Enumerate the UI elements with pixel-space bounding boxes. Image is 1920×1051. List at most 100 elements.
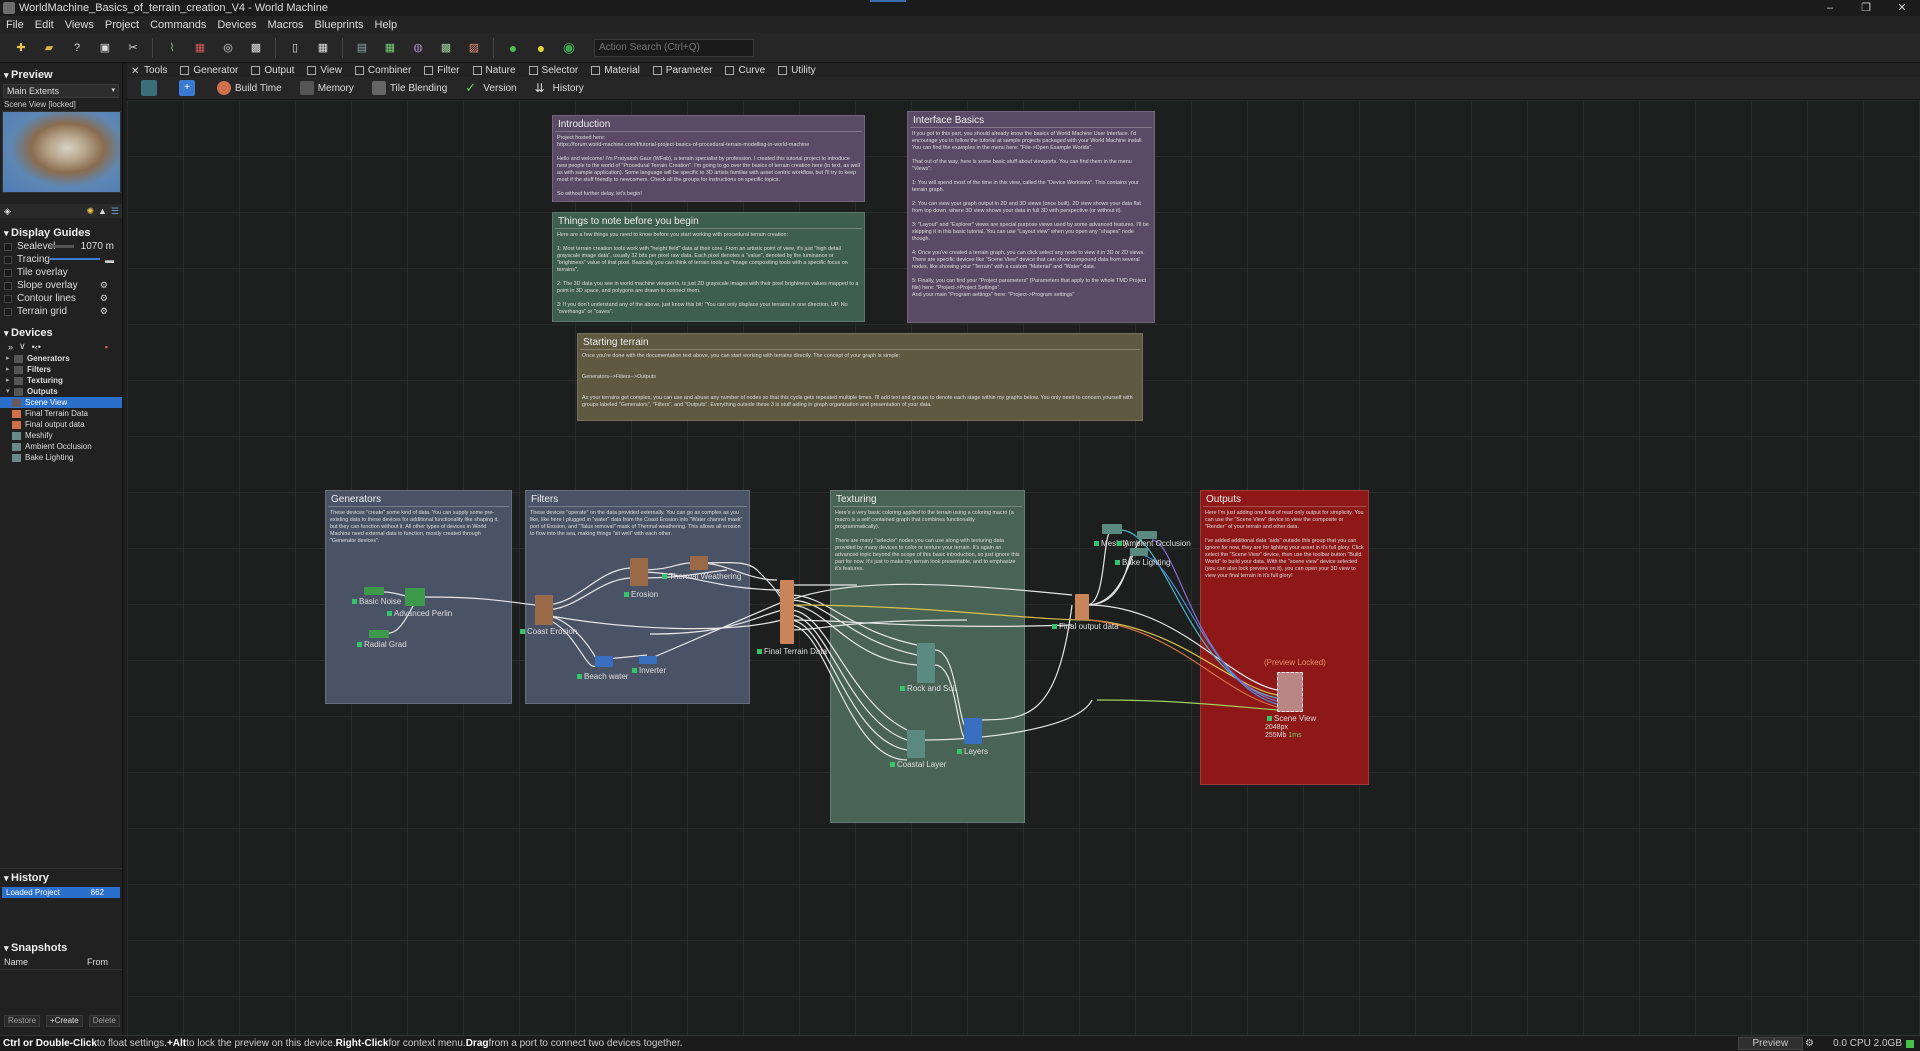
view-map-icon[interactable]: ▦: [381, 39, 399, 57]
settings-wheel-icon[interactable]: ◎: [219, 39, 237, 57]
tile-blending-button[interactable]: Tile Blending: [368, 79, 451, 97]
tracing-checkbox[interactable]: [4, 255, 12, 264]
devices-header[interactable]: Devices: [0, 326, 122, 340]
close-icon[interactable]: ✕: [1884, 0, 1920, 16]
move-icon[interactable]: •‹•: [32, 342, 41, 352]
tab-curve[interactable]: Curve: [725, 65, 765, 76]
tab-material[interactable]: Material: [591, 65, 640, 76]
build-world-icon[interactable]: ◉: [560, 39, 578, 57]
tree-item-bake-lighting[interactable]: Bake Lighting: [0, 452, 122, 463]
gear-icon[interactable]: ⚙: [1805, 1038, 1814, 1049]
gear-icon[interactable]: ⚙: [100, 306, 108, 317]
filter-icon[interactable]: ▲: [98, 206, 107, 216]
create-snapshot-button[interactable]: +Create: [46, 1015, 83, 1027]
tab-utility[interactable]: Utility: [778, 65, 816, 76]
sealevel-checkbox[interactable]: [4, 242, 12, 251]
tab-selector[interactable]: Selector: [528, 65, 578, 76]
node-radial-grad[interactable]: [369, 630, 389, 638]
layout-panel-icon[interactable]: ▯: [286, 39, 304, 57]
wizard-icon[interactable]: ?: [68, 39, 86, 57]
menu-project[interactable]: Project: [105, 19, 139, 31]
image-icon[interactable]: ▩: [437, 39, 455, 57]
layout-grid-icon[interactable]: ▦: [314, 39, 332, 57]
restore-icon[interactable]: ❐: [1848, 0, 1884, 16]
tab-output[interactable]: Output: [251, 65, 294, 76]
action-search-input[interactable]: [594, 38, 754, 57]
node-final-output-data[interactable]: [1075, 594, 1089, 620]
tab-generator[interactable]: Generator: [180, 65, 238, 76]
memory-button[interactable]: Memory: [296, 79, 358, 97]
build-green-icon[interactable]: ●: [504, 39, 522, 57]
slope-overlay-checkbox[interactable]: [4, 281, 12, 290]
menu-file[interactable]: File: [6, 19, 24, 31]
tree-item-final-terrain-data[interactable]: Final Terrain Data: [0, 408, 122, 419]
history-item-loaded-project[interactable]: Loaded Project 862: [2, 887, 120, 898]
tree-category-filters[interactable]: ▸ Filters: [0, 364, 122, 375]
menu-blueprints[interactable]: Blueprints: [315, 19, 364, 31]
history-header[interactable]: History: [0, 871, 122, 885]
menu-macros[interactable]: Macros: [267, 19, 303, 31]
tree-category-outputs[interactable]: ▾ Outputs: [0, 386, 122, 397]
tab-nature[interactable]: Nature: [472, 65, 516, 76]
node-basic-noise[interactable]: [364, 587, 384, 595]
preview-button[interactable]: Preview: [1737, 1037, 1804, 1050]
terrain-grid-checkbox[interactable]: [4, 307, 12, 316]
tree-item-scene-view[interactable]: Scene View: [0, 397, 122, 408]
node-ambient-occlusion[interactable]: [1137, 531, 1157, 539]
list-icon[interactable]: ☰: [111, 206, 119, 217]
build-yellow-icon[interactable]: ●: [532, 39, 550, 57]
minimize-icon[interactable]: –: [1812, 0, 1848, 16]
delete-device-icon[interactable]: ▦: [191, 39, 209, 57]
add-device-button[interactable]: +: [175, 79, 203, 97]
tree-item-final-output-data[interactable]: Final output data: [0, 419, 122, 430]
sealevel-slider[interactable]: [50, 245, 74, 248]
tab-parameter[interactable]: Parameter: [652, 65, 712, 76]
menu-devices[interactable]: Devices: [217, 19, 256, 31]
menu-help[interactable]: Help: [374, 19, 397, 31]
node-bake-lighting[interactable]: [1130, 548, 1148, 556]
tab-tools[interactable]: ✕ Tools: [131, 65, 167, 77]
open-folder-icon[interactable]: ▰: [40, 39, 58, 57]
device-workview[interactable]: Introduction Project hosted here: https:…: [127, 100, 1920, 1035]
preview-tools-icon[interactable]: ◈: [4, 206, 11, 217]
cut-icon[interactable]: ✂: [124, 39, 142, 57]
delete-snapshot-button[interactable]: Delete: [88, 1015, 120, 1027]
node-inverter[interactable]: [639, 656, 657, 664]
display-guides-header[interactable]: Display Guides: [0, 226, 122, 240]
restore-button[interactable]: Restore: [4, 1015, 41, 1027]
menu-commands[interactable]: Commands: [150, 19, 206, 31]
node-layers[interactable]: [964, 718, 982, 744]
history-button[interactable]: ⇊ History: [531, 79, 588, 97]
tree-item-meshify[interactable]: Meshify: [0, 430, 122, 441]
terrain-preview-image[interactable]: [2, 111, 121, 193]
tree-item-ambient-occlusion[interactable]: Ambient Occlusion: [0, 441, 122, 452]
save-icon[interactable]: ▣: [96, 39, 114, 57]
view-3d-icon[interactable]: ◍: [409, 39, 427, 57]
snapshots-header[interactable]: Snapshots: [0, 941, 122, 955]
extents-select[interactable]: Main Extents ▾: [3, 84, 119, 98]
tab-view[interactable]: View: [307, 65, 342, 76]
tracing-slider[interactable]: [50, 258, 100, 260]
preview-header[interactable]: Preview: [0, 68, 122, 82]
collapse-icon[interactable]: ∨: [19, 341, 26, 352]
version-button[interactable]: ✓ Version: [461, 79, 520, 97]
light-icon[interactable]: ✺: [86, 206, 94, 217]
node-beach-water[interactable]: [595, 656, 613, 667]
graph-icon[interactable]: ⌇: [163, 39, 181, 57]
sealevel-value[interactable]: 1070 m: [81, 241, 114, 252]
node-coastal-layer[interactable]: [907, 730, 925, 758]
node-scene-view[interactable]: [1277, 672, 1303, 712]
tab-combiner[interactable]: Combiner: [354, 65, 411, 76]
view-2d-icon[interactable]: ▤: [353, 39, 371, 57]
folder-icon[interactable]: ▬: [105, 255, 114, 265]
node-rock-and-soil[interactable]: [917, 643, 935, 683]
node-advanced-perlin[interactable]: [405, 588, 425, 606]
grid-settings-icon[interactable]: ▩: [247, 39, 265, 57]
lock-icon[interactable]: ▪: [105, 342, 108, 352]
menu-edit[interactable]: Edit: [35, 19, 54, 31]
node-coast-erosion[interactable]: [535, 595, 553, 625]
menu-views[interactable]: Views: [65, 19, 94, 31]
node-final-terrain-data[interactable]: [780, 580, 794, 644]
tree-category-generators[interactable]: ▸ Generators: [0, 353, 122, 364]
contour-lines-checkbox[interactable]: [4, 294, 12, 303]
